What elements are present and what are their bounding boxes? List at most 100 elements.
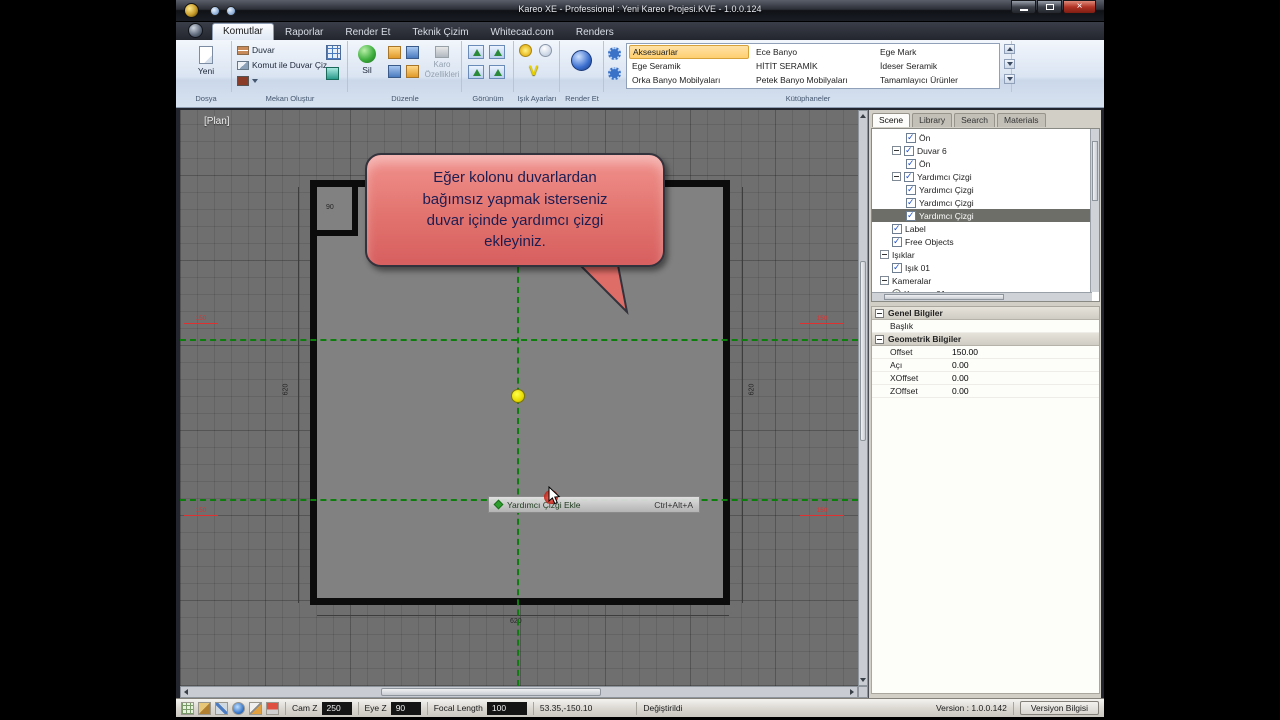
library-item[interactable]: HİTİT SERAMİK xyxy=(753,59,873,73)
wall-color-picker[interactable] xyxy=(237,76,258,86)
library-item[interactable]: Ege Seramik xyxy=(629,59,749,73)
edit-tool-2-button[interactable] xyxy=(388,65,401,78)
globe-icon[interactable] xyxy=(232,702,245,715)
library-item[interactable]: Orka Banyo Mobilyaları xyxy=(629,73,749,87)
view-side-button[interactable] xyxy=(468,65,484,79)
delete-button[interactable]: Sil xyxy=(352,42,382,75)
library-item[interactable]: Ege Mark xyxy=(877,45,997,59)
scroll-left-arrow[interactable] xyxy=(181,687,191,697)
library-tool-1-button[interactable] xyxy=(608,47,621,60)
maximize-button[interactable] xyxy=(1037,0,1062,14)
cam-z-field[interactable]: 250 xyxy=(322,702,352,715)
checkbox-checked-icon[interactable] xyxy=(904,146,914,156)
tree-item[interactable]: Işıklar xyxy=(872,248,1099,261)
tree-vertical-scrollbar[interactable] xyxy=(1090,129,1099,292)
view-3d-button[interactable] xyxy=(489,65,505,79)
property-row[interactable]: Açı 0.00 xyxy=(872,359,1099,372)
collapse-icon[interactable] xyxy=(880,276,889,285)
scrollbar-thumb[interactable] xyxy=(381,688,601,696)
canvas-vertical-scrollbar[interactable] xyxy=(858,110,868,686)
canvas-horizontal-scrollbar[interactable] xyxy=(180,686,858,698)
scrollbar-thumb[interactable] xyxy=(860,261,866,441)
application-menu-orb[interactable] xyxy=(188,23,203,38)
grid-toggle-icon[interactable] xyxy=(181,702,194,715)
room-tiles-button[interactable] xyxy=(326,67,339,80)
close-button[interactable]: × xyxy=(1063,0,1096,14)
tab-teknik-cizim[interactable]: Teknik Çizim xyxy=(401,25,479,40)
property-value[interactable]: 0.00 xyxy=(952,386,969,396)
tree-item[interactable]: Yardımcı Çizgi xyxy=(872,183,1099,196)
tree-item[interactable]: Duvar 6 xyxy=(872,144,1099,157)
light-check-button[interactable]: V xyxy=(529,63,538,77)
collapse-icon[interactable] xyxy=(880,250,889,259)
property-row[interactable]: Offset 150.00 xyxy=(872,346,1099,359)
new-file-button[interactable]: Yeni xyxy=(188,43,224,76)
checkbox-checked-icon[interactable] xyxy=(906,185,916,195)
tree-item[interactable]: Işık 01 xyxy=(872,261,1099,274)
property-row[interactable]: ZOffset 0.00 xyxy=(872,385,1099,398)
property-value[interactable]: 150.00 xyxy=(952,347,978,357)
edit-tool-1-button[interactable] xyxy=(388,46,401,59)
sun-light-button[interactable] xyxy=(519,44,532,57)
tree-item[interactable]: Yardımcı Çizgi xyxy=(872,170,1099,183)
library-item[interactable]: Tamamlayıcı Ürünler xyxy=(877,73,997,87)
view-front-button[interactable] xyxy=(489,45,505,59)
tab-scene[interactable]: Scene xyxy=(872,113,910,127)
tab-raporlar[interactable]: Raporlar xyxy=(274,25,334,40)
collapse-icon[interactable] xyxy=(875,335,884,344)
property-group-header[interactable]: Geometrik Bilgiler xyxy=(872,333,1099,346)
tab-search[interactable]: Search xyxy=(954,113,995,127)
wall-button[interactable]: Duvar xyxy=(237,45,275,55)
collapse-icon[interactable] xyxy=(875,309,884,318)
library-gallery-expand[interactable] xyxy=(1004,74,1015,84)
draw-wall-command-button[interactable]: Komut ile Duvar Çiz xyxy=(237,60,327,70)
checkbox-checked-icon[interactable] xyxy=(906,211,916,221)
tree-item[interactable]: Label xyxy=(872,222,1099,235)
property-group-header[interactable]: Genel Bilgiler xyxy=(872,307,1099,320)
snap-toggle-icon[interactable] xyxy=(215,702,228,715)
collapse-icon[interactable] xyxy=(892,172,901,181)
property-row[interactable]: XOffset 0.00 xyxy=(872,372,1099,385)
tab-komutlar[interactable]: Komutlar xyxy=(212,23,274,40)
minimize-button[interactable] xyxy=(1011,0,1036,14)
property-value[interactable]: 0.00 xyxy=(952,360,969,370)
checkbox-checked-icon[interactable] xyxy=(906,133,916,143)
library-scroll-up[interactable] xyxy=(1004,44,1015,54)
tab-renders[interactable]: Renders xyxy=(565,25,625,40)
library-tool-2-button[interactable] xyxy=(608,67,621,80)
room-grid-button[interactable] xyxy=(326,45,341,60)
scroll-right-arrow[interactable] xyxy=(847,687,857,697)
tree-item[interactable]: Yardımcı Çizgi xyxy=(872,196,1099,209)
checkbox-checked-icon[interactable] xyxy=(904,172,914,182)
checkbox-checked-icon[interactable] xyxy=(892,224,902,234)
property-value[interactable]: 0.00 xyxy=(952,373,969,383)
tree-item[interactable]: Kameralar xyxy=(872,274,1099,287)
version-info-button[interactable]: Versiyon Bilgisi xyxy=(1020,701,1099,715)
drawing-canvas[interactable]: [Plan] 620 620 620 90 150 150 150 150 Ya… xyxy=(180,110,858,686)
library-item[interactable]: Petek Banyo Mobilyaları xyxy=(753,73,873,87)
property-row[interactable]: Başlık xyxy=(872,320,1099,333)
tile-toggle-icon[interactable] xyxy=(198,702,211,715)
tree-item-selected[interactable]: Yardımcı Çizgi xyxy=(872,209,1099,222)
magnet-snap-icon[interactable] xyxy=(266,702,279,715)
checkbox-checked-icon[interactable] xyxy=(906,159,916,169)
library-item[interactable]: Ece Banyo xyxy=(753,45,873,59)
eye-z-field[interactable]: 90 xyxy=(391,702,421,715)
library-item[interactable]: İdeser Seramik xyxy=(877,59,997,73)
context-command-add-helper-line[interactable]: Yardımcı Çizgi Ekle Ctrl+Alt+A xyxy=(488,496,700,513)
tab-render-et[interactable]: Render Et xyxy=(334,25,401,40)
checkbox-checked-icon[interactable] xyxy=(892,263,902,273)
scroll-down-arrow[interactable] xyxy=(858,675,868,685)
checkbox-checked-icon[interactable] xyxy=(906,198,916,208)
scrollbar-thumb[interactable] xyxy=(1092,141,1098,201)
scrollbar-thumb[interactable] xyxy=(884,294,1004,300)
tab-library[interactable]: Library xyxy=(912,113,952,127)
checkbox-checked-icon[interactable] xyxy=(892,237,902,247)
render-button[interactable] xyxy=(571,50,592,71)
edit-tool-3-button[interactable] xyxy=(406,46,419,59)
view-top-button[interactable] xyxy=(468,45,484,59)
focal-length-field[interactable]: 100 xyxy=(487,702,527,715)
tree-item[interactable]: Ön xyxy=(872,157,1099,170)
tree-item[interactable]: Free Objects xyxy=(872,235,1099,248)
tab-materials[interactable]: Materials xyxy=(997,113,1045,127)
